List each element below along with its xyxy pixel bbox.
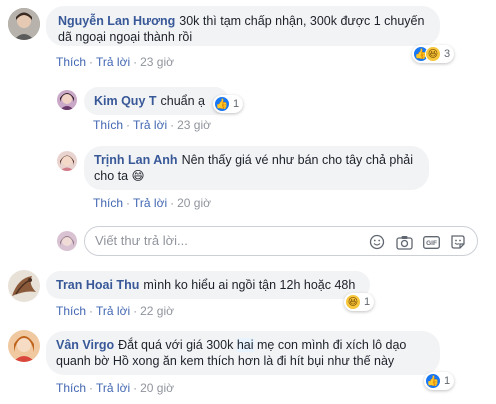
- separator: ·: [89, 304, 94, 318]
- reaction-summary[interactable]: 😆 1: [344, 293, 375, 311]
- haha-reaction-icon: 😆: [345, 294, 361, 310]
- comment-author[interactable]: Tran Hoai Thu: [56, 278, 139, 292]
- comment-author[interactable]: Vân Virgo: [56, 338, 114, 352]
- reaction-count: 1: [444, 375, 451, 387]
- avatar[interactable]: [57, 90, 77, 110]
- reply-link[interactable]: Trả lời: [96, 55, 130, 69]
- reply-box[interactable]: GIF: [84, 226, 478, 256]
- comment-time[interactable]: 20 giờ: [140, 381, 174, 395]
- reply-link[interactable]: Trả lời: [96, 381, 130, 395]
- separator: ·: [170, 118, 175, 132]
- reaction-summary[interactable]: 👍 1: [424, 372, 455, 390]
- comment-text: chuẩn ạ: [160, 94, 205, 108]
- comment-actions: Thích · Trả lời · 23 giờ: [56, 55, 174, 69]
- comment-bubble: Kim Quy Tchuẩn ạ: [84, 87, 229, 115]
- comment-actions: Thích · Trả lời · 20 giờ: [56, 381, 174, 395]
- avatar[interactable]: [57, 151, 77, 171]
- separator: ·: [170, 196, 175, 210]
- reaction-count: 3: [444, 48, 451, 60]
- avatar[interactable]: [8, 8, 40, 40]
- reply-input[interactable]: [95, 233, 355, 248]
- separator: ·: [126, 196, 131, 210]
- comment-text: Đắt quá với giá 300k: [118, 338, 234, 352]
- reaction-summary[interactable]: 👍 1: [213, 95, 244, 113]
- like-link[interactable]: Thích: [56, 381, 86, 395]
- separator: ·: [133, 304, 138, 318]
- avatar[interactable]: [8, 270, 40, 302]
- avatar[interactable]: [8, 330, 40, 362]
- current-user-avatar: [57, 231, 77, 251]
- comment-bubble: Trịnh Lan Anh Nên thấy giá vé như bán cho…: [84, 146, 429, 190]
- comment-time[interactable]: 22 giờ: [140, 304, 174, 318]
- comment-bubble: Vân Virgo Đắt quá với giá 300k hai mẹ con…: [46, 331, 440, 375]
- comment-bubble: Nguyễn Lan Hương 30k thì tạm chấp nhận, 3…: [46, 6, 440, 46]
- emoji-icon[interactable]: [368, 233, 386, 251]
- comment-text: mình ko hiểu ai ngồi tận 12h hoặc 48h: [143, 278, 356, 292]
- like-reaction-icon: 👍: [425, 373, 441, 389]
- highlighted-word: hai: [236, 338, 254, 352]
- separator: ·: [126, 118, 131, 132]
- like-link[interactable]: Thích: [93, 118, 123, 132]
- comment-actions: Thích · Trả lời · 23 giờ: [93, 118, 211, 132]
- svg-text:GIF: GIF: [426, 240, 437, 247]
- sticker-icon[interactable]: [449, 233, 467, 251]
- laughing-emoji: 😄: [131, 169, 145, 183]
- gif-icon[interactable]: GIF: [422, 233, 440, 251]
- reaction-summary[interactable]: 👍 😆 3: [412, 45, 455, 63]
- comment-actions: Thích · Trả lời · 20 giờ: [93, 196, 211, 210]
- reply-link[interactable]: Trả lời: [133, 118, 167, 132]
- separator: ·: [89, 381, 94, 395]
- separator: ·: [133, 381, 138, 395]
- separator: ·: [133, 55, 138, 69]
- reaction-count: 1: [233, 98, 240, 110]
- separator: ·: [89, 55, 94, 69]
- like-reaction-icon: 👍: [214, 96, 230, 112]
- reply-link[interactable]: Trả lời: [133, 196, 167, 210]
- comment-author[interactable]: Nguyễn Lan Hương: [58, 14, 175, 28]
- comment-time[interactable]: 23 giờ: [140, 55, 174, 69]
- comment-actions: Thích · Trả lời · 22 giờ: [56, 304, 174, 318]
- haha-reaction-icon: 😆: [425, 46, 441, 62]
- like-link[interactable]: Thích: [56, 55, 86, 69]
- comment-time[interactable]: 23 giờ: [177, 118, 211, 132]
- like-link[interactable]: Thích: [93, 196, 123, 210]
- comment-author[interactable]: Kim Quy T: [94, 94, 157, 108]
- reply-link[interactable]: Trả lời: [96, 304, 130, 318]
- reaction-count: 1: [364, 296, 371, 308]
- camera-icon[interactable]: [395, 233, 413, 251]
- like-link[interactable]: Thích: [56, 304, 86, 318]
- comment-time[interactable]: 20 giờ: [177, 196, 211, 210]
- comment-bubble: Tran Hoai Thu mình ko hiểu ai ngồi tận 12…: [46, 271, 370, 299]
- comment-author[interactable]: Trịnh Lan Anh: [94, 153, 178, 167]
